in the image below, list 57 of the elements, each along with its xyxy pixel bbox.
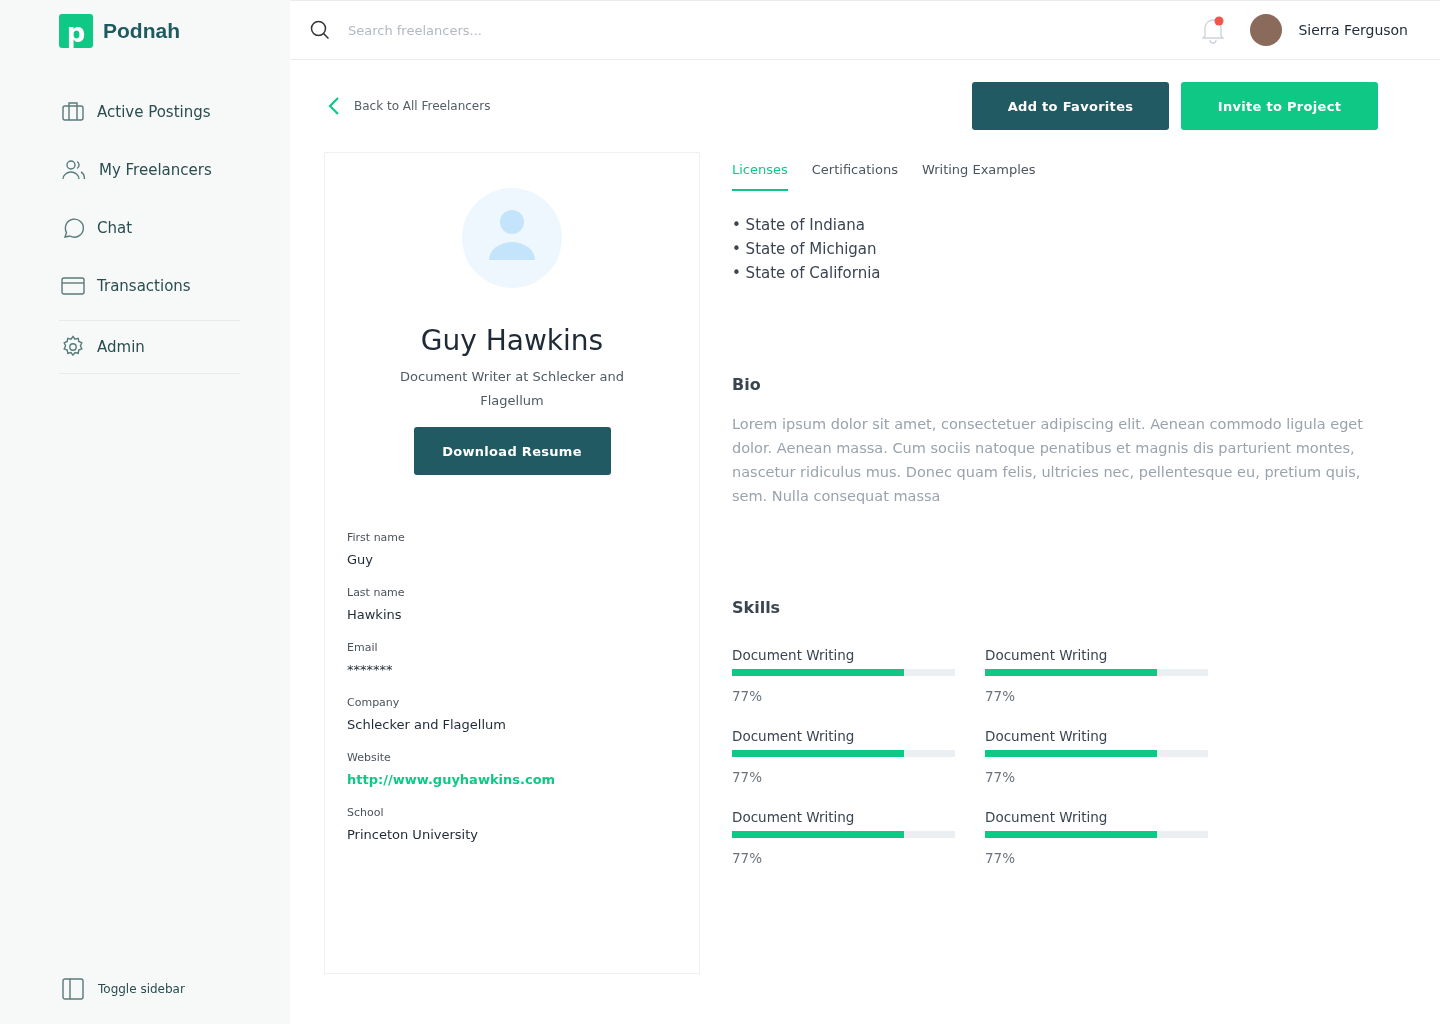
field-value: Hawkins xyxy=(347,607,403,622)
logo-mark: p xyxy=(59,14,93,48)
field-value: Schlecker and Flagellum xyxy=(347,717,507,732)
toggle-sidebar-button[interactable]: Toggle sidebar xyxy=(59,978,240,1000)
skill-name: Document Writing xyxy=(732,809,856,825)
section-title: Bio xyxy=(732,375,762,394)
skill-percent: 77% xyxy=(985,769,1016,785)
settings-icon xyxy=(61,335,85,359)
brand-name: Podnah xyxy=(103,19,180,43)
sidebar-item[interactable]: Active Postings xyxy=(59,100,240,124)
skill-percent: 77% xyxy=(985,850,1016,866)
skill-name: Document Writing xyxy=(732,728,856,744)
skill-name: Document Writing xyxy=(732,647,856,663)
back-link[interactable]: Back to All Freelancers xyxy=(324,96,491,116)
tab[interactable]: Writing Examples xyxy=(921,152,1036,191)
license-item: • State of Michigan xyxy=(732,239,878,260)
skill-name: Document Writing xyxy=(985,647,1109,663)
field-value: Princeton University xyxy=(347,827,479,842)
field-label: School xyxy=(347,806,385,819)
skill-percent: 77% xyxy=(732,769,763,785)
profile-name: Guy Hawkins xyxy=(420,324,604,357)
people-icon xyxy=(61,158,87,182)
avatar[interactable] xyxy=(1250,14,1283,46)
skill-name: Document Writing xyxy=(985,728,1109,744)
field-label: Company xyxy=(347,696,401,709)
license-item: • State of California xyxy=(732,263,882,284)
user-name: Sierra Ferguson xyxy=(1298,22,1408,38)
card-icon xyxy=(61,274,85,298)
field-label: Email xyxy=(347,641,379,654)
bell-icon[interactable] xyxy=(1200,16,1227,44)
skill-percent: 77% xyxy=(732,688,763,704)
section-title: Skills xyxy=(732,598,782,617)
sidebar-item[interactable]: My Freelancers xyxy=(59,158,240,182)
sidebar-item[interactable]: Chat xyxy=(59,216,240,240)
field-label: Website xyxy=(347,751,392,764)
sidebar-icon xyxy=(62,978,84,1000)
skill-name: Document Writing xyxy=(985,809,1109,825)
briefcase-icon xyxy=(61,100,85,124)
search-field[interactable]: Search freelancers... xyxy=(346,21,610,39)
chat-icon xyxy=(61,216,85,240)
field-value: ******* xyxy=(347,662,394,677)
sidebar-item[interactable]: Admin xyxy=(59,335,240,359)
skill-percent: 77% xyxy=(985,688,1016,704)
license-item: • State of Indiana xyxy=(732,215,866,236)
search-icon xyxy=(310,20,330,40)
field-label: First name xyxy=(347,531,406,544)
field-label: Last name xyxy=(347,586,406,599)
field-value: Guy xyxy=(347,552,374,567)
add-to-favorites-button[interactable]: Add to Favorites xyxy=(972,82,1169,130)
download-resume-button[interactable]: Download Resume xyxy=(413,427,611,475)
tab[interactable]: Certifications xyxy=(811,152,898,191)
avatar-placeholder-icon xyxy=(462,188,562,288)
chevron-left-icon xyxy=(328,96,340,116)
sidebar-item[interactable]: Transactions xyxy=(59,274,240,298)
profile-title: Document Writer at Schlecker and Flagellum xyxy=(399,368,625,410)
skill-percent: 77% xyxy=(732,850,763,866)
bio-text: Lorem ipsum dolor sit amet, consectetuer adipiscing elit. Aenean commodo ligula eget dolor. Aenean massa. Cum sociis natoque penatibus et magnis dis parturient montes, nascetur ridiculus mus. Donec quam felis, ultricies nec, pellentesque eu, pretium quis, sem. Nulla consequat massa xyxy=(732,415,1364,506)
